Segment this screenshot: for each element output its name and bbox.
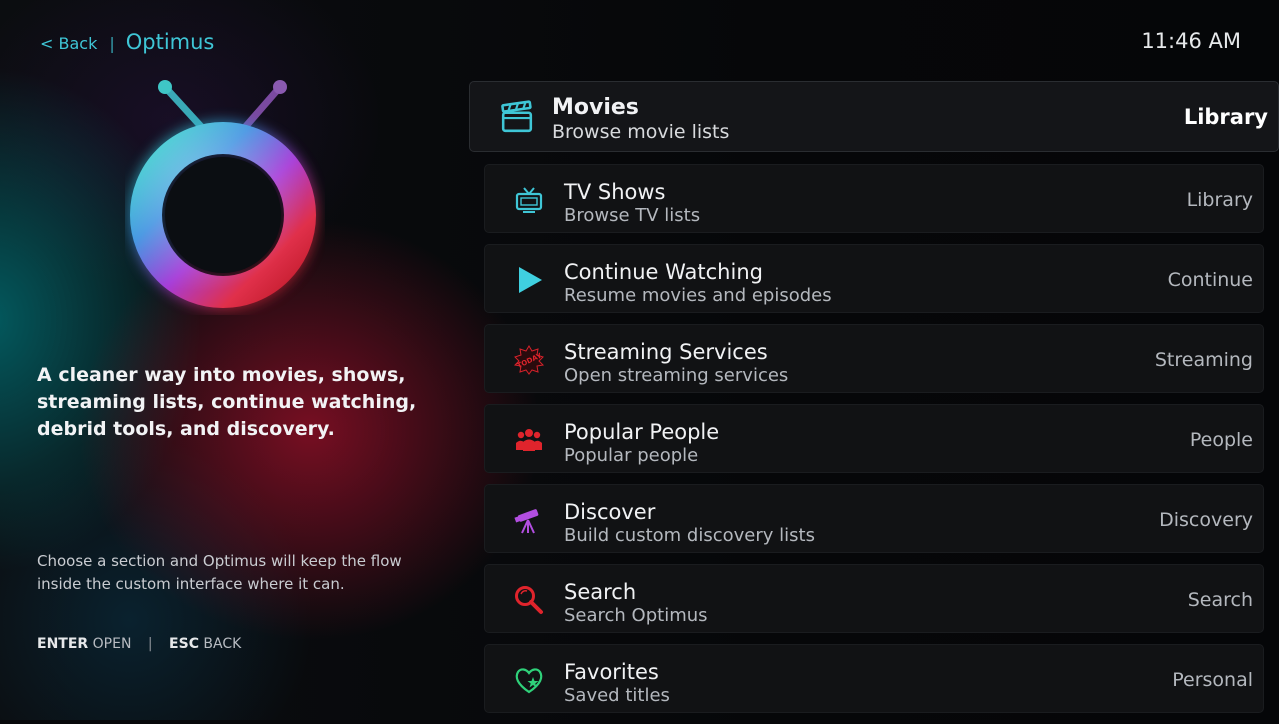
menu-item-tag: Continue [1167,269,1253,291]
menu-item-title: Discover [564,500,656,524]
menu-item-title: TV Shows [564,180,666,204]
enter-action-label: OPEN [92,636,132,652]
tagline: A cleaner way into movies, shows, stream… [37,364,417,440]
optimus-logo [128,80,318,310]
breadcrumb-separator: | [109,34,115,53]
key-hints-separator: | [147,636,153,652]
menu-item-subtitle: Popular people [564,445,699,466]
menu-item-tag: Search [1187,589,1253,611]
menu-item-title: Search [564,580,637,604]
menu-item-continue-watching[interactable]: Continue Watching Resume movies and epis… [484,244,1264,313]
app-title: Optimus [125,30,215,54]
today-badge-icon: TODAY [513,345,545,375]
menu-item-subtitle: Build custom discovery lists [564,525,815,546]
people-icon [516,429,542,451]
menu-item-tag: Discovery [1159,509,1253,531]
main-menu: Movies Browse movie lists Library TV Sho… [469,81,1279,724]
menu-item-discover[interactable]: Discover Build custom discovery lists Di… [484,484,1264,553]
menu-item-tag: Library [1186,189,1253,211]
breadcrumb: < Back | Optimus [40,30,214,54]
menu-item-subtitle: Browse TV lists [564,205,701,226]
menu-item-tag: Streaming [1154,349,1253,371]
menu-item-tag: People [1189,429,1253,451]
tv-icon [515,187,543,213]
menu-item-title: Favorites [564,660,659,684]
menu-item-tag: Library [1183,105,1268,129]
menu-item-title: Popular People [564,420,720,444]
menu-item-title: Movies [552,95,639,120]
menu-item-popular-people[interactable]: Popular People Popular people People [484,404,1264,473]
hint-text: Choose a section and Optimus will keep t… [37,552,402,593]
menu-item-title: Continue Watching [564,260,763,284]
menu-item-subtitle: Resume movies and episodes [564,285,832,306]
menu-item-subtitle: Browse movie lists [552,121,730,143]
clapperboard-icon [501,100,533,133]
menu-item-tv-shows[interactable]: TV Shows Browse TV lists Library [484,164,1264,233]
menu-item-subtitle: Saved titles [564,685,670,706]
key-hints: ENTER OPEN | ESC BACK [37,636,241,652]
menu-item-title: Streaming Services [564,340,768,364]
esc-key-label: ESC [169,636,199,652]
menu-item-favorites[interactable]: Favorites Saved titles Personal [484,644,1264,713]
menu-item-subtitle: Search Optimus [564,605,708,626]
menu-item-movies[interactable]: Movies Browse movie lists Library [469,81,1279,152]
menu-item-streaming-services[interactable]: TODAY Streaming Services Open streaming … [484,324,1264,393]
enter-key-label: ENTER [37,636,89,652]
esc-action-label: BACK [203,636,242,652]
search-icon [515,586,543,614]
telescope-icon [514,509,539,534]
menu-item-search[interactable]: Search Search Optimus Search [484,564,1264,633]
heart-star-icon [515,668,543,694]
menu-item-subtitle: Open streaming services [564,365,789,386]
back-link[interactable]: < Back [40,34,97,53]
play-icon [519,267,542,293]
clock: 11:46 AM [1141,29,1241,53]
menu-item-tag: Personal [1172,669,1253,691]
